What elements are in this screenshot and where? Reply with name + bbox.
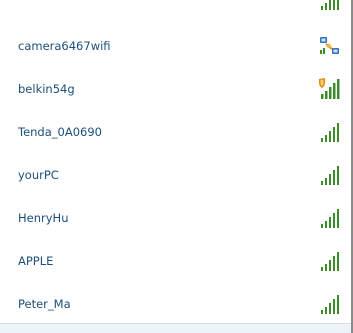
network-row-camera6467wifi[interactable]: camera6467wifi (0, 24, 351, 67)
network-row-yourpc[interactable]: yourPC (0, 153, 351, 196)
network-row-peter-ma[interactable]: Peter_Ma (0, 282, 351, 325)
network-list: camera6467wifi belkin54g Tenda_0A0690 yo… (0, 24, 351, 325)
network-name: belkin54g (18, 81, 75, 96)
panel-footer-strip (0, 323, 351, 333)
network-name: Tenda_0A0690 (18, 124, 102, 139)
network-name: HenryHu (18, 210, 69, 225)
partially-visible-network-row[interactable] (0, 0, 351, 24)
signal-strength-icon (321, 165, 339, 185)
network-name: yourPC (18, 167, 59, 182)
signal-strength-icon (321, 208, 339, 228)
network-name: APPLE (18, 253, 54, 268)
network-name: Peter_Ma (18, 296, 71, 311)
network-row-belkin54g[interactable]: belkin54g (0, 67, 351, 110)
network-name: camera6467wifi (18, 38, 111, 53)
signal-strength-icon (321, 0, 339, 10)
wireless-network-list-panel: camera6467wifi belkin54g Tenda_0A0690 yo… (0, 0, 353, 333)
signal-strength-icon (321, 294, 339, 314)
shield-signal-icon (319, 77, 340, 99)
network-row-tenda[interactable]: Tenda_0A0690 (0, 110, 351, 153)
unknown-network-icon (320, 36, 339, 54)
network-row-apple[interactable]: APPLE (0, 239, 351, 282)
network-row-henryhu[interactable]: HenryHu (0, 196, 351, 239)
signal-strength-icon (321, 251, 339, 271)
signal-strength-icon (321, 122, 339, 142)
